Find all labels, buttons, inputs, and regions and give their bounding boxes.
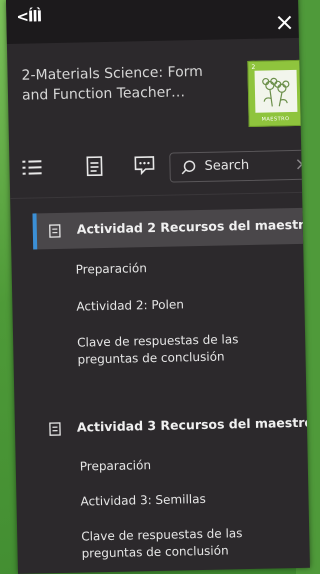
list-item[interactable]: Clave de respuestas de las preguntas de … <box>81 524 292 562</box>
section-label: Actividad 3 Recursos del maestro <box>76 414 310 435</box>
book-title: 2-Materials Science: Form and Function T… <box>21 63 204 104</box>
list-item[interactable]: Actividad 2: Polen <box>76 294 286 315</box>
flower-icon <box>262 77 290 107</box>
section-actividad-3[interactable]: Actividad 3 Recursos del maestro <box>37 406 310 448</box>
search-icon <box>180 159 196 179</box>
book-cover: 2 MAESTRO <box>247 59 303 127</box>
document-icon[interactable] <box>85 156 103 180</box>
cover-label: MAESTRO <box>261 116 290 123</box>
list-icon[interactable] <box>21 157 43 181</box>
search-input[interactable]: Search × <box>169 149 310 183</box>
clear-search-button[interactable]: × <box>294 154 310 175</box>
section-actividad-2[interactable]: Actividad 2 Recursos del maestro <box>32 207 310 250</box>
search-label: Search <box>204 157 250 174</box>
toolbar: Search × <box>9 144 310 190</box>
section-document-icon <box>49 223 61 242</box>
section-label: Actividad 2 Recursos del maestro <box>76 216 310 237</box>
top-bar: <ÍlÌ × <box>6 0 299 44</box>
comment-icon[interactable] <box>133 155 155 179</box>
section-document-icon <box>49 421 61 440</box>
divider <box>10 191 303 199</box>
cover-illustration <box>254 69 298 113</box>
list-item[interactable]: Preparación <box>75 257 285 278</box>
table-of-contents-panel: <ÍlÌ × 2-Materials Science: Form and Fun… <box>6 0 310 574</box>
back-to-library-button[interactable]: <ÍlÌ <box>16 7 41 26</box>
list-item[interactable]: Preparación <box>80 454 290 475</box>
close-button[interactable]: × <box>274 8 295 36</box>
list-item[interactable]: Clave de respuestas de las preguntas de … <box>77 330 288 368</box>
list-item[interactable]: Actividad 3: Semillas <box>80 489 290 510</box>
